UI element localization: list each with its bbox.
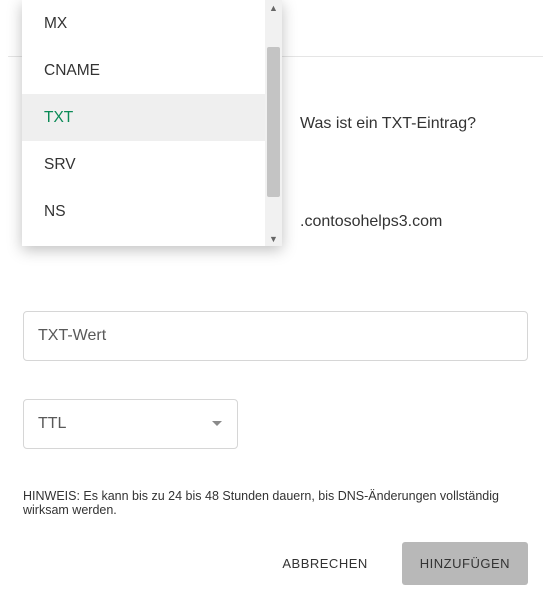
scroll-track[interactable] [265, 15, 282, 231]
dns-propagation-hint: HINWEIS: Es kann bis zu 24 bis 48 Stunde… [23, 489, 528, 517]
scroll-thumb[interactable] [267, 47, 280, 197]
ttl-select[interactable]: TTL [23, 399, 238, 449]
txt-value-input[interactable] [23, 311, 528, 361]
scroll-down-arrow[interactable]: ▼ [265, 231, 282, 246]
chevron-down-icon [211, 415, 223, 433]
record-type-list: MX CNAME TXT SRV NS [22, 0, 265, 246]
record-type-option-txt[interactable]: TXT [22, 94, 265, 141]
record-type-option-ns[interactable]: NS [22, 188, 265, 235]
record-type-dropdown[interactable]: MX CNAME TXT SRV NS ▲ ▼ [22, 0, 282, 246]
record-type-option-srv[interactable]: SRV [22, 141, 265, 188]
dropdown-scrollbar[interactable]: ▲ ▼ [265, 0, 282, 246]
record-type-option-mx[interactable]: MX [22, 0, 265, 47]
option-label: TXT [44, 109, 73, 127]
help-link-txt[interactable]: Was ist ein TXT-Eintrag? [300, 115, 476, 132]
option-label: SRV [44, 156, 76, 174]
add-button[interactable]: HINZUFÜGEN [402, 542, 528, 585]
option-label: NS [44, 203, 66, 221]
ttl-label: TTL [38, 415, 66, 433]
cancel-button-label: ABBRECHEN [282, 556, 367, 571]
option-label: CNAME [44, 62, 100, 80]
cancel-button[interactable]: ABBRECHEN [272, 544, 377, 583]
record-type-option-cname[interactable]: CNAME [22, 47, 265, 94]
add-button-label: HINZUFÜGEN [420, 556, 510, 571]
scroll-up-arrow[interactable]: ▲ [265, 0, 282, 15]
domain-suffix: .contosohelps3.com [300, 213, 442, 230]
form-footer: ABBRECHEN HINZUFÜGEN [272, 542, 528, 585]
option-label: MX [44, 15, 67, 33]
